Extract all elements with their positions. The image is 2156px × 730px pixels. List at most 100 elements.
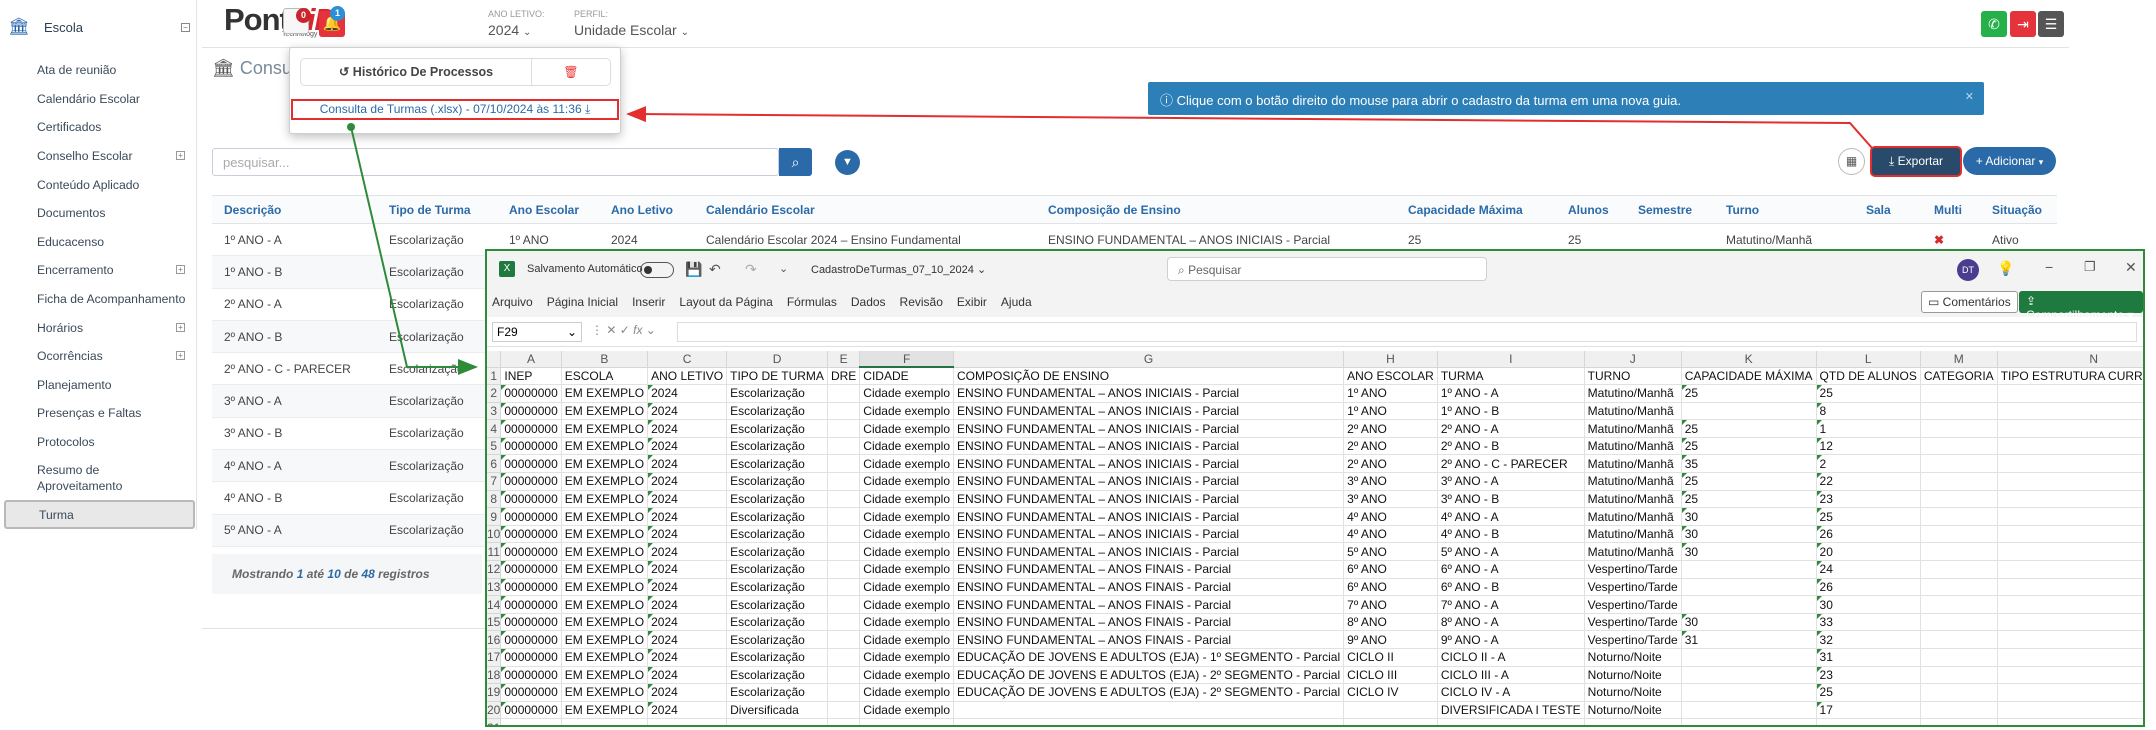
sheet-cell[interactable]: Matutino/Manhã [1584, 402, 1682, 421]
sheet-cell[interactable]: 3º ANO [1343, 490, 1438, 509]
sheet-cell[interactable]: 2024 [647, 701, 728, 720]
expand-icon[interactable]: + [176, 351, 185, 361]
ribbon-tab[interactable]: Inserir [632, 295, 665, 309]
sheet-cell[interactable] [827, 630, 861, 649]
sheet-cell[interactable] [1920, 666, 1998, 685]
sidebar-item[interactable]: Planejamento [0, 371, 197, 400]
sheet-cell[interactable]: ENSINO FUNDAMENTAL – ANOS INICIAIS - Par… [953, 507, 1345, 526]
sheet-cell[interactable]: 35 [1681, 454, 1817, 474]
sheet-cell[interactable] [827, 718, 861, 725]
export-button[interactable]: ⤓ Exportar [1870, 146, 1962, 177]
clear-button[interactable]: 🗑 [532, 59, 610, 85]
sidebar-item[interactable]: Resumo de Aproveitamento [0, 456, 197, 500]
sheet-cell[interactable]: CICLO III [1343, 666, 1438, 685]
sheet-cell[interactable]: 23 [1816, 666, 1921, 685]
sheet-cell[interactable] [1681, 683, 1817, 702]
sheet-cell[interactable]: Cidade exemplo [859, 595, 954, 614]
sheet-cell[interactable]: 31 [1816, 648, 1921, 667]
sheet-cell[interactable]: 2024 [647, 560, 728, 579]
sheet-cell[interactable]: 7º ANO - A [1437, 595, 1585, 614]
sheet-cell[interactable]: CATEGORIA [1920, 367, 1998, 386]
sheet-cell[interactable]: 2024 [647, 595, 728, 614]
sheet-cell[interactable]: Escolarização [726, 630, 828, 649]
sheet-cell[interactable]: 00000000 [500, 666, 562, 685]
sheet-cell[interactable]: Escolarização [726, 472, 828, 491]
sheet-cell[interactable] [1437, 718, 1585, 725]
sheet-cell[interactable]: 6º ANO [1343, 560, 1438, 579]
row-number[interactable]: 12 [487, 560, 502, 579]
sheet-cell[interactable]: ENSINO FUNDAMENTAL – ANOS FINAIS - Parci… [953, 578, 1345, 597]
sidebar-item[interactable]: Horários + [0, 313, 197, 342]
sheet-cell[interactable]: Cidade exemplo [859, 648, 954, 667]
sheet-cell[interactable] [1997, 666, 2143, 685]
sheet-cell[interactable]: CIDADE [859, 367, 954, 386]
column-letter[interactable]: E [827, 351, 861, 368]
sheet-cell[interactable]: EM EXEMPLO [561, 490, 649, 509]
column-letter[interactable]: D [726, 351, 828, 368]
ribbon-tab[interactable]: Dados [851, 295, 886, 309]
sheet-cell[interactable]: 31 [1681, 630, 1817, 649]
sheet-cell[interactable]: 4º ANO [1343, 507, 1438, 526]
sheet-cell[interactable]: EM EXEMPLO [561, 613, 649, 632]
sheet-cell[interactable]: 2024 [647, 419, 728, 438]
sheet-cell[interactable] [1997, 578, 2143, 597]
formula-input[interactable] [677, 322, 2137, 342]
sheet-cell[interactable]: 00000000 [500, 419, 562, 438]
sheet-cell[interactable]: 3º ANO - B [1437, 490, 1585, 509]
sheet-cell[interactable] [827, 648, 861, 667]
row-number[interactable]: 9 [487, 507, 502, 526]
sheet-cell[interactable]: ENSINO FUNDAMENTAL – ANOS INICIAIS - Par… [953, 402, 1345, 421]
sheet-cell[interactable] [1920, 683, 1998, 702]
sheet-cell[interactable]: TURMA [1437, 367, 1585, 386]
sheet-cell[interactable]: Matutino/Manhã [1584, 525, 1682, 544]
sheet-cell[interactable] [827, 402, 861, 421]
sheet-cell[interactable]: 2º ANO - B [1437, 437, 1585, 456]
sheet-cell[interactable]: Noturno/Noite [1584, 683, 1682, 702]
sheet-cell[interactable]: 00000000 [500, 402, 562, 421]
sheet-cell[interactable]: 2024 [647, 666, 728, 685]
ribbon-tab[interactable]: Fórmulas [787, 295, 837, 309]
sheet-cell[interactable] [827, 595, 861, 614]
sheet-cell[interactable]: ENSINO FUNDAMENTAL – ANOS FINAIS - Parci… [953, 560, 1345, 579]
sheet-cell[interactable]: 00000000 [500, 683, 562, 702]
column-header[interactable]: Multi [1922, 195, 1980, 224]
row-number[interactable]: 14 [487, 595, 502, 614]
sheet-cell[interactable]: Matutino/Manhã [1584, 437, 1682, 456]
column-header[interactable]: Calendário Escolar [694, 195, 1036, 224]
sheet-cell[interactable]: 4º ANO [1343, 525, 1438, 544]
sheet-cell[interactable]: 17 [1816, 701, 1921, 720]
history-button[interactable]: ↺ Histórico De Processos [301, 59, 532, 85]
sheet-cell[interactable]: Cidade exemplo [859, 542, 954, 562]
excel-search-input[interactable]: ⌕ Pesquisar [1167, 257, 1487, 281]
sheet-cell[interactable]: 24 [1816, 560, 1921, 579]
row-number[interactable]: 6 [487, 454, 502, 474]
sheet-cell[interactable]: 00000000 [500, 472, 562, 491]
logout-button[interactable]: ⇥ [2010, 11, 2036, 37]
sheet-cell[interactable] [1584, 718, 1682, 725]
sheet-cell[interactable] [827, 437, 861, 456]
sheet-cell[interactable]: 3º ANO - A [1437, 472, 1585, 491]
sheet-cell[interactable] [1681, 560, 1817, 579]
sheet-cell[interactable]: QTD DE ALUNOS [1816, 367, 1921, 386]
sheet-cell[interactable]: 1º ANO [1343, 402, 1438, 421]
sidebar-item[interactable]: Ficha de Acompanhamento [0, 285, 197, 314]
sheet-cell[interactable] [827, 454, 861, 474]
sheet-cell[interactable]: EM EXEMPLO [561, 683, 649, 702]
sheet-cell[interactable] [1997, 683, 2143, 702]
row-number[interactable]: 17 [487, 648, 502, 667]
column-letter[interactable]: G [953, 351, 1345, 368]
restore-icon[interactable]: ❐ [2084, 259, 2096, 275]
sheet-cell[interactable]: TURNO [1584, 367, 1682, 386]
sidebar-item[interactable]: Turma [4, 500, 195, 529]
sheet-cell[interactable]: Matutino/Manhã [1584, 472, 1682, 491]
sheet-cell[interactable] [953, 718, 1345, 725]
sheet-cell[interactable] [827, 419, 861, 438]
row-number[interactable]: 10 [487, 525, 502, 544]
sheet-cell[interactable] [1816, 718, 1921, 725]
sheet-cell[interactable]: EM EXEMPLO [561, 578, 649, 597]
sidebar-item[interactable]: Conteúdo Aplicado [0, 170, 197, 199]
sheet-cell[interactable]: 8 [1816, 402, 1921, 421]
sheet-cell[interactable]: ENSINO FUNDAMENTAL – ANOS FINAIS - Parci… [953, 613, 1345, 632]
sheet-cell[interactable]: Escolarização [726, 666, 828, 685]
sidebar-item[interactable]: Presenças e Faltas [0, 399, 197, 428]
